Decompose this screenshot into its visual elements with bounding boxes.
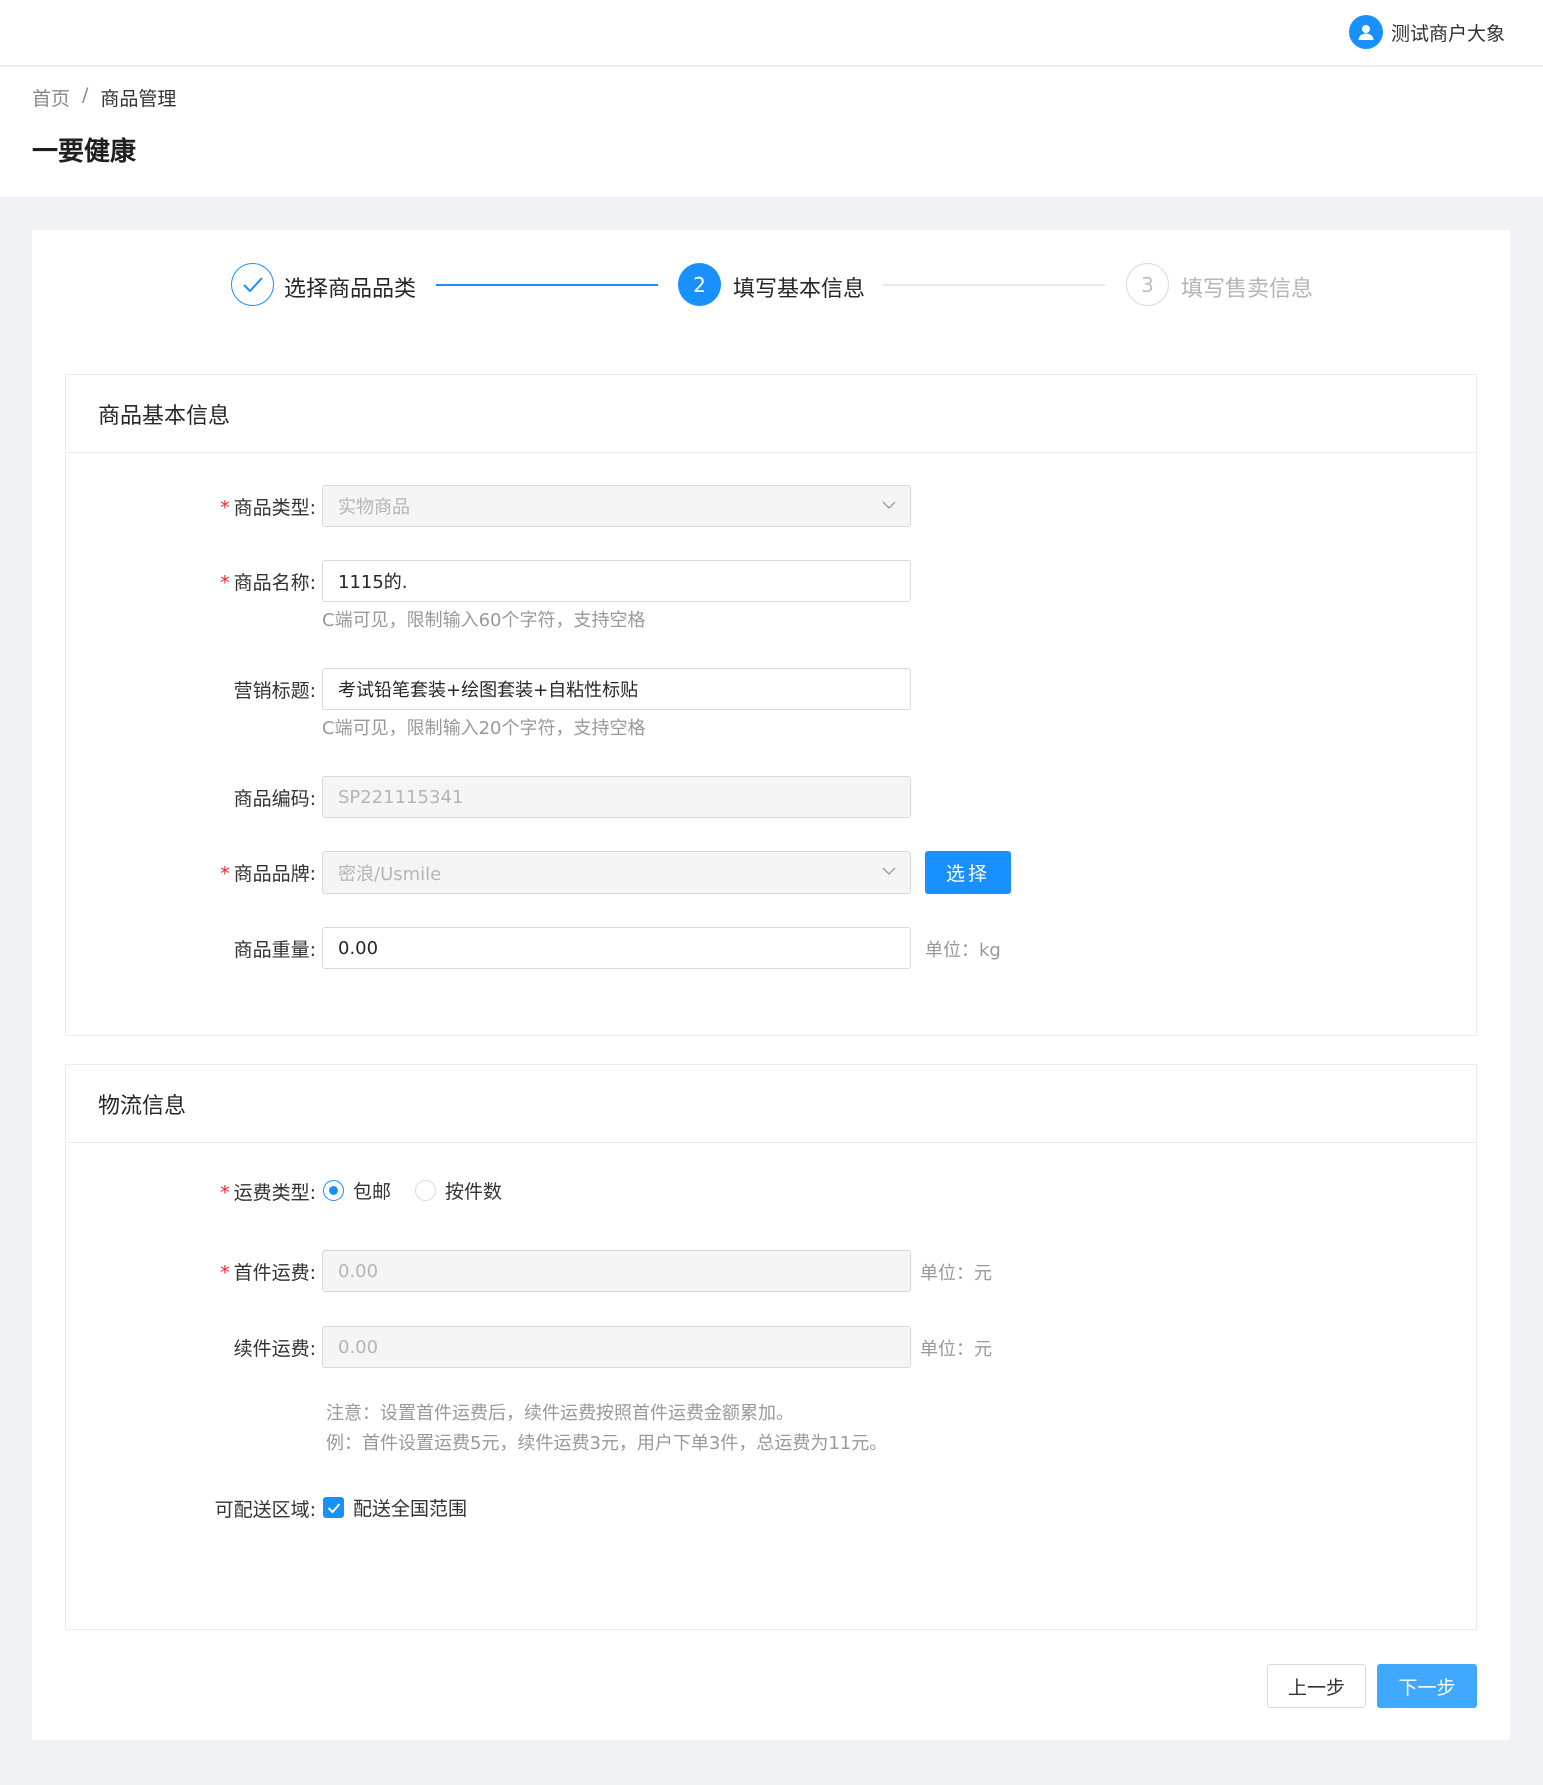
prev-step-button[interactable]: 上一步 [1267, 1664, 1366, 1708]
step-2-circle: 2 [678, 263, 721, 306]
first-fee-input[interactable]: 0.00 [322, 1250, 911, 1292]
freight-type-label: * 运费类型: [220, 1178, 316, 1205]
extra-fee-label: 续件运费: [233, 1338, 316, 1360]
product-type-label-text: 商品类型: [233, 497, 316, 519]
required-mark: * [220, 1182, 230, 1204]
freight-note-line-2: 例：首件设置运费5元，续件运费3元，用户下单3件，总运费为11元。 [326, 1433, 888, 1454]
breadcrumb: 首页 / 商品管理 [32, 84, 176, 111]
page-header: 首页 / 商品管理 一要健康 [0, 67, 1543, 197]
steps: 选择商品品类 2 填写基本信息 3 填写售卖信息 [32, 230, 1510, 340]
brand-select[interactable]: 密浪/Usmile [322, 851, 911, 894]
required-mark: * [220, 572, 230, 594]
chevron-down-icon [882, 867, 896, 875]
product-type-label: * 商品类型: [220, 493, 316, 520]
first-fee-label-text: 首件运费: [233, 1262, 316, 1284]
breadcrumb-current: 商品管理 [100, 88, 177, 110]
marketing-title-input[interactable]: 考试铅笔套装+绘图套装+自粘性标贴 [322, 668, 911, 710]
basic-info-title: 商品基本信息 [66, 375, 1476, 453]
radio-free-shipping-label[interactable]: 包邮 [353, 1177, 391, 1204]
product-name-input[interactable]: 1115的. [322, 560, 911, 602]
region-checkbox[interactable] [323, 1497, 344, 1518]
extra-fee-unit: 单位：元 [920, 1339, 992, 1360]
required-mark: * [220, 1262, 230, 1284]
freight-note: 注意：设置首件运费后，续件运费按照首件运费金额累加。 例：首件设置运费5元，续件… [326, 1399, 887, 1459]
logistics-title: 物流信息 [66, 1065, 1476, 1143]
top-bar: 测试商户大象 [0, 0, 1543, 66]
page-title: 一要健康 [32, 137, 137, 167]
freight-type-label-text: 运费类型: [233, 1182, 316, 1204]
user-avatar-icon [1348, 15, 1383, 49]
step-3-label: 填写售卖信息 [1181, 277, 1314, 302]
product-name-label: * 商品名称: [220, 568, 316, 595]
chevron-down-icon [882, 501, 896, 509]
product-name-label-text: 商品名称: [233, 572, 316, 594]
user-name: 测试商户大象 [1390, 22, 1505, 45]
brand-value: 密浪/Usmile [338, 863, 442, 885]
region-checkbox-label[interactable]: 配送全国范围 [353, 1494, 467, 1521]
logistics-section: 物流信息 * 运费类型: 包邮 按件数 * 首件运费: 0.00 单位：元 续件运费… [65, 1064, 1477, 1630]
product-code-label: 商品编码: [233, 788, 316, 810]
weight-label: 商品重量: [233, 939, 316, 961]
marketing-title-label: 营销标题: [233, 680, 316, 702]
weight-unit: 单位：kg [925, 940, 1001, 961]
required-mark: * [220, 497, 230, 519]
freight-note-line-1: 注意：设置首件运费后，续件运费按照首件运费金额累加。 [326, 1403, 794, 1424]
basic-info-section: 商品基本信息 * 商品类型: 实物商品 * 商品名称: 1115的. C端可见，限制… [65, 374, 1477, 1036]
weight-input[interactable]: 0.00 [322, 927, 911, 969]
brand-label-text: 商品品牌: [233, 863, 316, 885]
product-type-value: 实物商品 [338, 497, 410, 518]
extra-fee-input[interactable]: 0.00 [322, 1326, 911, 1368]
product-code-value: SP221115341 [338, 786, 464, 808]
product-type-select[interactable]: 实物商品 [322, 485, 911, 527]
step-2-label: 填写基本信息 [733, 277, 866, 302]
step-1-check-icon [231, 263, 274, 306]
brand-label: * 商品品牌: [220, 859, 316, 886]
check-icon [327, 1502, 340, 1513]
content-card: 选择商品品类 2 填写基本信息 3 填写售卖信息 商品基本信息 * 商品类型: 实… [32, 230, 1510, 1740]
product-code-input[interactable]: SP221115341 [322, 776, 911, 818]
radio-per-item-label[interactable]: 按件数 [445, 1177, 502, 1204]
marketing-title-value: 考试铅笔套装+绘图套装+自粘性标贴 [338, 680, 639, 701]
breadcrumb-separator: / [82, 84, 89, 106]
product-name-value: 1115的. [338, 572, 408, 593]
radio-free-shipping[interactable] [323, 1180, 344, 1201]
first-fee-value: 0.00 [338, 1260, 379, 1282]
product-name-hint: C端可见，限制输入60个字符，支持空格 [322, 610, 646, 631]
next-step-button[interactable]: 下一步 [1377, 1664, 1477, 1708]
extra-fee-value: 0.00 [338, 1336, 379, 1358]
brand-select-button[interactable]: 选择 [925, 851, 1011, 894]
step-3-circle: 3 [1126, 263, 1169, 306]
weight-value: 0.00 [338, 937, 379, 959]
step-1-label: 选择商品品类 [284, 277, 417, 302]
radio-per-item[interactable] [415, 1180, 436, 1201]
region-label: 可配送区域: [214, 1499, 316, 1521]
marketing-title-hint: C端可见，限制输入20个字符，支持空格 [322, 718, 646, 739]
step-line-1 [436, 284, 658, 286]
required-mark: * [220, 863, 230, 885]
first-fee-unit: 单位：元 [920, 1263, 992, 1284]
user-menu[interactable]: 测试商户大象 [1348, 15, 1505, 49]
breadcrumb-home[interactable]: 首页 [32, 84, 70, 111]
step-line-2 [883, 284, 1105, 286]
first-fee-label: * 首件运费: [220, 1258, 316, 1285]
